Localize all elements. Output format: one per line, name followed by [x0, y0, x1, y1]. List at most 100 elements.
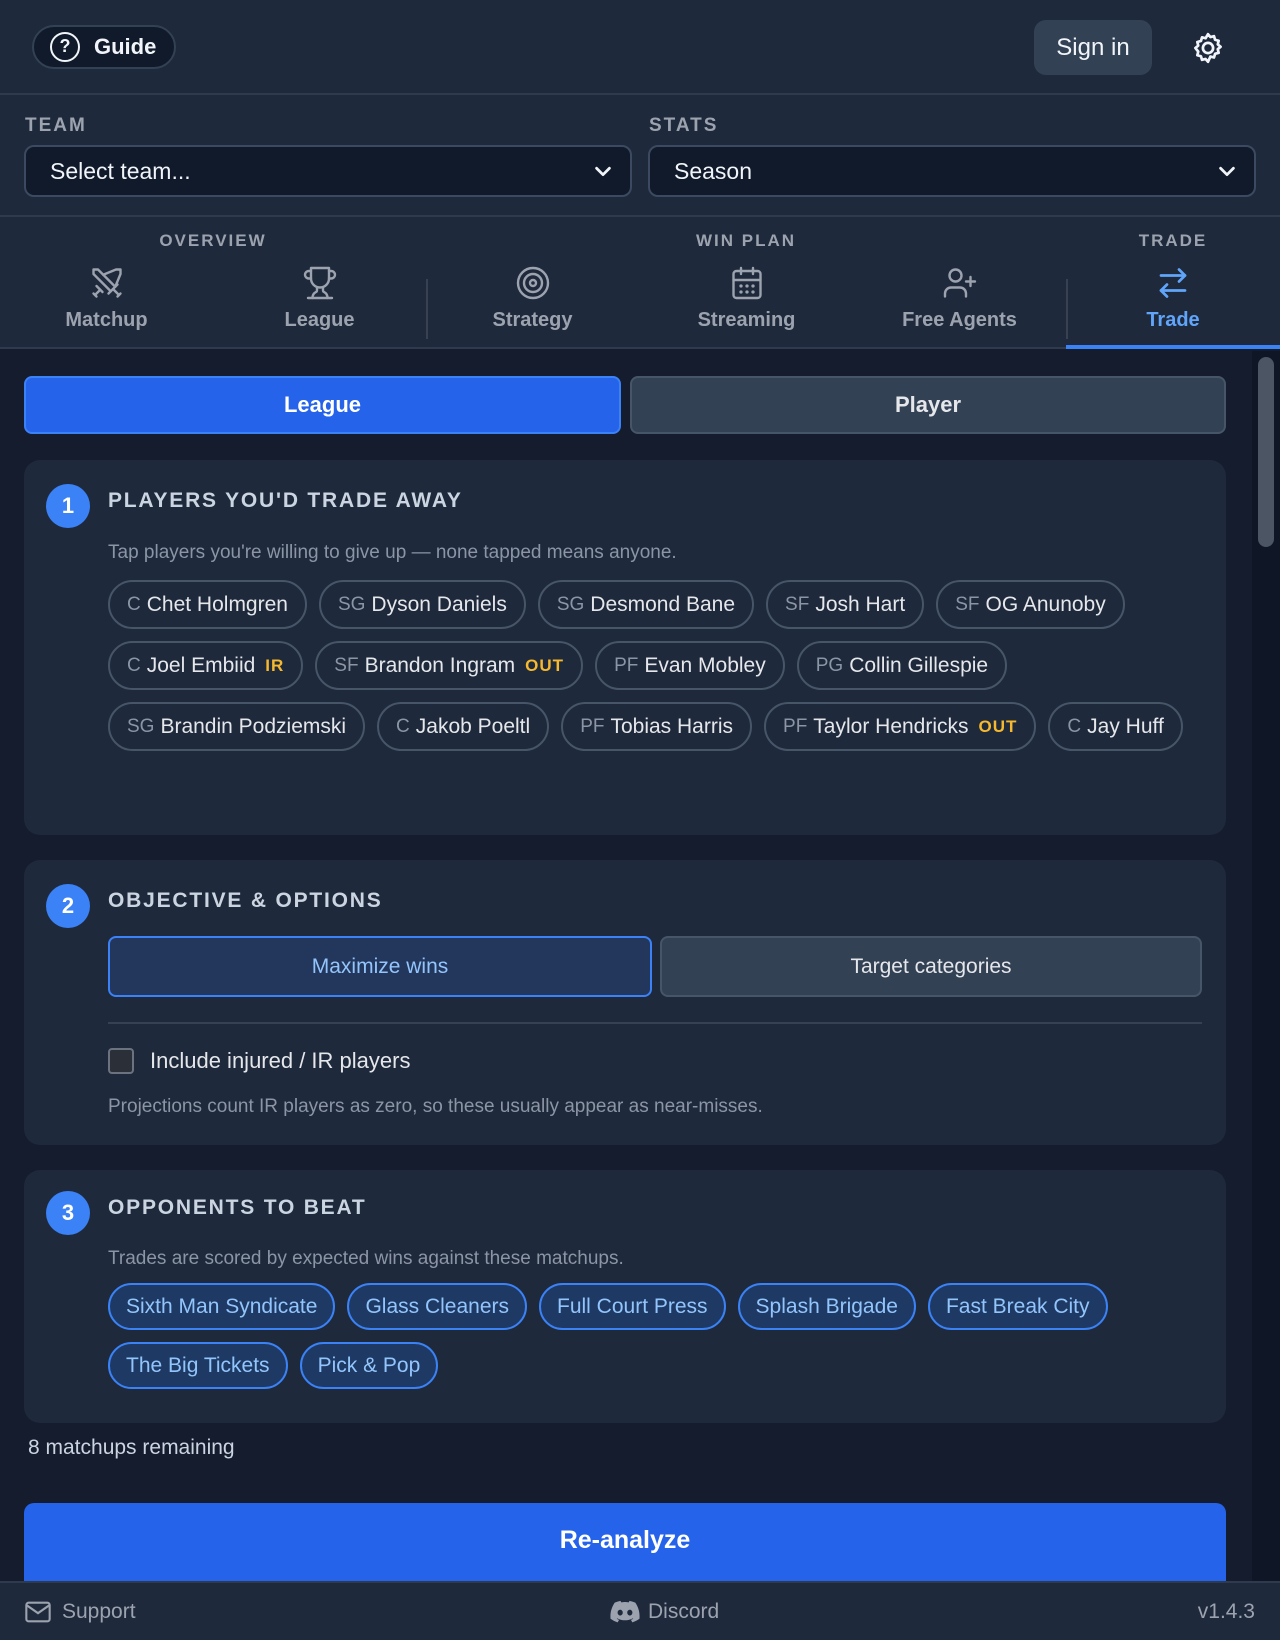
stats-select[interactable]: Season: [648, 145, 1256, 197]
player-chip[interactable]: PG Collin Gillespie: [796, 641, 1008, 690]
mail-icon: [25, 1601, 51, 1622]
opponent-chip[interactable]: Sixth Man Syndicate: [108, 1283, 336, 1330]
tab-streaming[interactable]: Streaming: [640, 265, 853, 349]
team-select-value: Select team...: [50, 157, 191, 184]
chevron-down-icon: [595, 166, 611, 177]
discord-link[interactable]: Discord: [610, 1600, 719, 1624]
step-badge: 2: [46, 884, 90, 928]
help-icon: ?: [50, 31, 80, 62]
player-position: SF: [334, 654, 359, 676]
guide-label: Guide: [94, 33, 157, 59]
player-chip[interactable]: C Jakob Poeltl: [377, 702, 550, 751]
player-chip[interactable]: C Chet Holmgren: [108, 580, 307, 629]
opponent-chip[interactable]: Glass Cleaners: [347, 1283, 527, 1330]
swap-arrows-icon: [1159, 268, 1187, 298]
injury-status-badge: IR: [265, 655, 285, 675]
include-injured-label[interactable]: Include injured / IR players: [150, 1048, 410, 1074]
opponent-chip[interactable]: Pick & Pop: [299, 1342, 439, 1389]
opponent-chip[interactable]: Splash Brigade: [737, 1283, 916, 1330]
active-tab-indicator: [1066, 345, 1280, 349]
opponent-chip[interactable]: Full Court Press: [539, 1283, 726, 1330]
team-select[interactable]: Select team...: [24, 145, 632, 197]
tab-strategy[interactable]: Strategy: [426, 265, 639, 349]
step-badge: 1: [46, 484, 90, 528]
player-name: Collin Gillespie: [849, 653, 989, 677]
opponent-chip[interactable]: The Big Tickets: [108, 1342, 288, 1389]
opponent-chip-list: Sixth Man Syndicate Glass Cleaners Full Co…: [108, 1283, 1206, 1389]
trophy-icon: [303, 266, 336, 300]
player-chip[interactable]: SF OG Anunoby: [936, 580, 1125, 629]
tab-free-agents[interactable]: Free Agents: [853, 265, 1066, 349]
target-categories-button[interactable]: Target categories: [660, 936, 1202, 997]
player-name: Evan Mobley: [644, 653, 766, 677]
guide-button[interactable]: ? Guide: [32, 24, 177, 69]
player-name: Desmond Bane: [590, 592, 736, 616]
divider: [108, 1022, 1202, 1024]
version-label: v1.4.3: [1197, 1599, 1255, 1623]
player-name: Jay Huff: [1087, 714, 1164, 738]
player-position: C: [396, 715, 410, 737]
calendar-icon: [731, 266, 762, 300]
discord-icon: [610, 1600, 640, 1622]
app-root: ? Guide Sign in TEAM Select team... STAT…: [0, 0, 1280, 1640]
player-position: SF: [785, 593, 810, 615]
card-title: PLAYERS YOU'D TRADE AWAY: [108, 489, 463, 512]
opponent-chip[interactable]: Fast Break City: [927, 1283, 1108, 1330]
player-chip[interactable]: SG Brandin Podziemski: [108, 702, 366, 751]
tab-league[interactable]: League: [213, 265, 426, 349]
discord-label: Discord: [648, 1599, 720, 1623]
player-position: PF: [783, 715, 808, 737]
objective-card: 2 OBJECTIVE & OPTIONS Maximize wins Targ…: [24, 860, 1226, 1145]
player-name: Dyson Daniels: [371, 592, 507, 616]
team-selector-group: TEAM Select team...: [24, 115, 632, 197]
player-mode-button[interactable]: Player: [630, 376, 1226, 434]
step-badge: 3: [46, 1191, 90, 1235]
trade-content: League Player 1 PLAYERS YOU'D TRADE AWAY…: [0, 351, 1252, 1581]
card-title: OPPONENTS TO BEAT: [108, 1196, 367, 1219]
target-icon: [516, 266, 549, 300]
card-description: Trades are scored by expected wins again…: [108, 1248, 624, 1269]
tab-label: Free Agents: [902, 309, 1017, 331]
player-position: SG: [127, 715, 155, 737]
player-position: SG: [556, 593, 585, 615]
tab-matchup[interactable]: Matchup: [0, 265, 213, 349]
player-chip[interactable]: PF Taylor Hendricks OUT: [764, 702, 1037, 751]
player-chip[interactable]: SF Josh Hart: [766, 580, 925, 629]
re-analyze-button[interactable]: Re-analyze: [24, 1503, 1226, 1581]
injury-status-badge: OUT: [525, 655, 565, 675]
player-chip[interactable]: PF Tobias Harris: [561, 702, 753, 751]
include-injured-checkbox[interactable]: [108, 1048, 134, 1074]
selectors-bar: TEAM Select team... STATS Season: [0, 95, 1280, 217]
player-chip-list: C Chet Holmgren SG Dyson Daniels SG Desmond B…: [108, 580, 1206, 751]
tab-trade[interactable]: Trade: [1066, 265, 1280, 349]
player-name: Taylor Hendricks: [813, 714, 969, 738]
player-chip[interactable]: PF Evan Mobley: [595, 641, 785, 690]
chevron-down-icon: [1219, 166, 1235, 177]
tab-label: Streaming: [697, 309, 796, 331]
tab-label: Matchup: [65, 309, 148, 331]
maximize-wins-button[interactable]: Maximize wins: [108, 936, 652, 997]
nav-group-overview: OVERVIEW: [159, 231, 267, 250]
footer: Support Discord v1.4.3: [0, 1581, 1280, 1640]
player-chip[interactable]: SF Brandon Ingram OUT: [315, 641, 584, 690]
player-chip[interactable]: C Jay Huff: [1048, 702, 1183, 751]
support-label: Support: [62, 1599, 136, 1623]
top-bar: ? Guide Sign in: [0, 0, 1280, 95]
player-name: Joel Embiid: [146, 653, 256, 677]
tab-label: League: [284, 309, 355, 331]
injured-note: Projections count IR players as zero, so…: [108, 1096, 763, 1117]
player-chip[interactable]: C Joel Embiid IR: [108, 641, 304, 690]
sign-in-button[interactable]: Sign in: [1034, 20, 1152, 75]
card-title: OBJECTIVE & OPTIONS: [108, 889, 383, 912]
matchups-remaining: 8 matchups remaining: [28, 1436, 235, 1459]
player-chip[interactable]: SG Dyson Daniels: [318, 580, 526, 629]
support-link[interactable]: Support: [24, 1600, 136, 1624]
tab-label: Trade: [1146, 309, 1200, 331]
league-mode-button[interactable]: League: [24, 376, 621, 434]
main-nav: OVERVIEW WIN PLAN TRADE Matchup League S…: [0, 217, 1280, 349]
gear-icon[interactable]: [1190, 30, 1226, 66]
player-name: Tobias Harris: [610, 714, 734, 738]
scrollbar-thumb[interactable]: [1258, 357, 1274, 547]
injury-status-badge: OUT: [978, 716, 1018, 736]
player-chip[interactable]: SG Desmond Bane: [537, 580, 755, 629]
